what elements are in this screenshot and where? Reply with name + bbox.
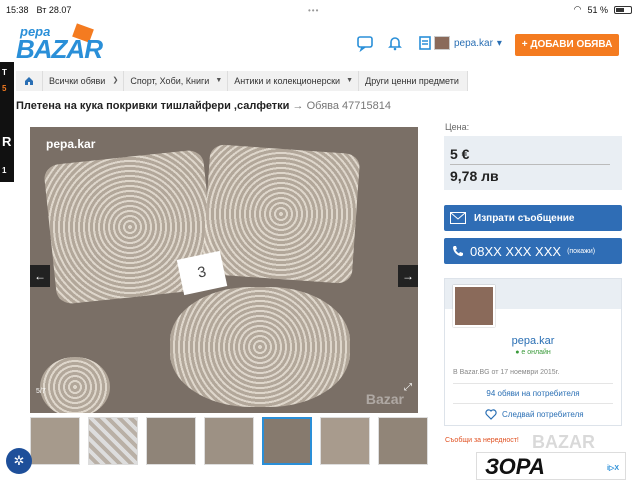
- thumbnail-strip: [30, 417, 428, 465]
- show-phone-label: (покажи): [567, 247, 596, 255]
- logo-text: BAZAR: [16, 34, 103, 64]
- gallery-photo-doily: [170, 287, 350, 407]
- side-ad-strip[interactable]: T 5 R 1: [0, 62, 14, 182]
- thumbnail[interactable]: [204, 417, 254, 465]
- seller-member-since: В Bazar.BG от 17 ноември 2015г.: [453, 369, 560, 376]
- status-bar: 15:38 Вт 28.07 ••• ◠ 51 %: [0, 0, 640, 20]
- fullscreen-icon[interactable]: ⤢: [404, 382, 412, 393]
- breadcrumb-home[interactable]: [16, 71, 43, 91]
- seller-name[interactable]: pepa.kar: [445, 335, 621, 347]
- add-listing-button[interactable]: + ДОБАВИ ОБЯВА: [515, 34, 619, 56]
- price-divider: [450, 164, 610, 165]
- thumbnail[interactable]: [262, 417, 312, 465]
- image-gallery[interactable]: 3 pepa.kar ← → 5/7 ⤢ Bazar: [30, 127, 418, 413]
- gallery-photo-doily: [40, 357, 110, 413]
- messages-icon[interactable]: [356, 34, 374, 53]
- divider: [453, 403, 613, 404]
- seller-avatar[interactable]: [453, 285, 495, 327]
- cookie-settings-icon[interactable]: ✲: [6, 448, 32, 474]
- seller-online-status: ● е онлайн: [515, 349, 551, 356]
- adchoices-icon[interactable]: i▷X: [607, 455, 619, 483]
- breadcrumb-label: Спорт, Хоби, Книги: [130, 76, 210, 86]
- arrow-icon: →: [292, 100, 304, 112]
- page-title: Плетена на кука покривки тишлайфери ,сал…: [16, 100, 391, 112]
- envelope-icon: [450, 212, 466, 224]
- thumbnail[interactable]: [378, 417, 428, 465]
- avatar: [434, 36, 450, 50]
- status-time: 15:38: [6, 5, 29, 15]
- ad-number: Обява 47715814: [306, 100, 391, 112]
- notifications-bell-icon[interactable]: [386, 34, 404, 52]
- photo-label-paper: 3: [176, 250, 228, 296]
- site-header: pepa BAZAR pepa.kar ▾ + ДОБАВИ ОБЯВА: [0, 20, 640, 64]
- chevron-right-icon: ❯: [112, 77, 119, 84]
- breadcrumb: Всички обяви ❯ Спорт, Хоби, Книги ▼ Антики…: [16, 71, 468, 91]
- status-battery: 51 %: [587, 4, 608, 15]
- breadcrumb-item[interactable]: Други ценни предмети: [359, 71, 468, 91]
- chevron-down-icon: ▾: [496, 37, 502, 49]
- breadcrumb-label: Други ценни предмети: [365, 76, 459, 86]
- side-ad-text: 5: [2, 84, 7, 93]
- breadcrumb-label: Антики и колекционерски: [234, 76, 341, 86]
- user-name: pepa.kar: [454, 37, 493, 49]
- send-message-button[interactable]: Изпрати съобщение: [444, 205, 622, 231]
- price-eur: 5 €: [450, 146, 470, 162]
- wifi-icon: ◠: [573, 4, 582, 14]
- send-message-label: Изпрати съобщение: [474, 212, 575, 224]
- phone-number: 08XX XXX XXX: [470, 243, 562, 259]
- my-ads-icon[interactable]: [416, 34, 434, 52]
- gallery-photo-doily: [201, 143, 361, 285]
- price-label: Цена:: [445, 122, 470, 132]
- thumbnail[interactable]: [146, 417, 196, 465]
- follow-seller-button[interactable]: Следвай потребителя: [485, 409, 584, 420]
- heart-icon: [485, 409, 497, 420]
- gallery-watermark: pepa.kar: [46, 137, 96, 151]
- home-icon: [25, 77, 33, 85]
- side-ad-text: R: [2, 134, 12, 149]
- user-menu[interactable]: pepa.kar ▾: [434, 36, 502, 50]
- breadcrumb-item[interactable]: Спорт, Хоби, Книги ▼: [124, 71, 229, 91]
- side-ad-text: T: [2, 68, 7, 77]
- gallery-counter: 5/7: [36, 388, 46, 395]
- site-logo[interactable]: pepa BAZAR: [16, 23, 124, 64]
- side-ad-text: 1: [2, 166, 7, 175]
- price-box: 5 € 9,78 лв: [444, 136, 622, 190]
- thumbnail[interactable]: [88, 417, 138, 465]
- seller-ads-link[interactable]: 94 обяви на потребителя: [445, 389, 621, 398]
- gallery-next-button[interactable]: →: [398, 265, 418, 287]
- seller-card: pepa.kar ● е онлайн В Bazar.BG от 17 ное…: [444, 278, 622, 426]
- ad-banner-text: ЗОРА: [485, 454, 545, 479]
- breadcrumb-item[interactable]: Антики и колекционерски ▼: [228, 71, 360, 91]
- follow-seller-label: Следвай потребителя: [502, 410, 584, 419]
- report-link[interactable]: Съобщи за нередност!: [445, 437, 519, 444]
- ad-banner[interactable]: ЗОРА i▷X: [476, 452, 626, 480]
- thumbnail[interactable]: [320, 417, 370, 465]
- thumbnail[interactable]: [30, 417, 80, 465]
- price-bgn: 9,78 лв: [450, 168, 499, 184]
- chevron-down-icon: ▼: [346, 77, 354, 84]
- multitask-dots[interactable]: •••: [308, 6, 319, 15]
- ad-watermark: BAZAR: [532, 432, 595, 452]
- phone-icon: [453, 246, 463, 257]
- divider: [453, 383, 613, 384]
- gallery-bottom-watermark: Bazar: [365, 391, 404, 407]
- breadcrumb-label: Всички обяви: [49, 76, 106, 86]
- chevron-down-icon: ▼: [215, 77, 223, 84]
- listing-title: Плетена на кука покривки тишлайфери ,сал…: [16, 100, 290, 112]
- breadcrumb-item[interactable]: Всички обяви ❯: [43, 71, 125, 91]
- gallery-prev-button[interactable]: ←: [30, 265, 50, 287]
- show-phone-button[interactable]: 08XX XXX XXX (покажи): [444, 238, 622, 264]
- battery-icon: [614, 5, 632, 14]
- status-date: Вт 28.07: [36, 5, 72, 15]
